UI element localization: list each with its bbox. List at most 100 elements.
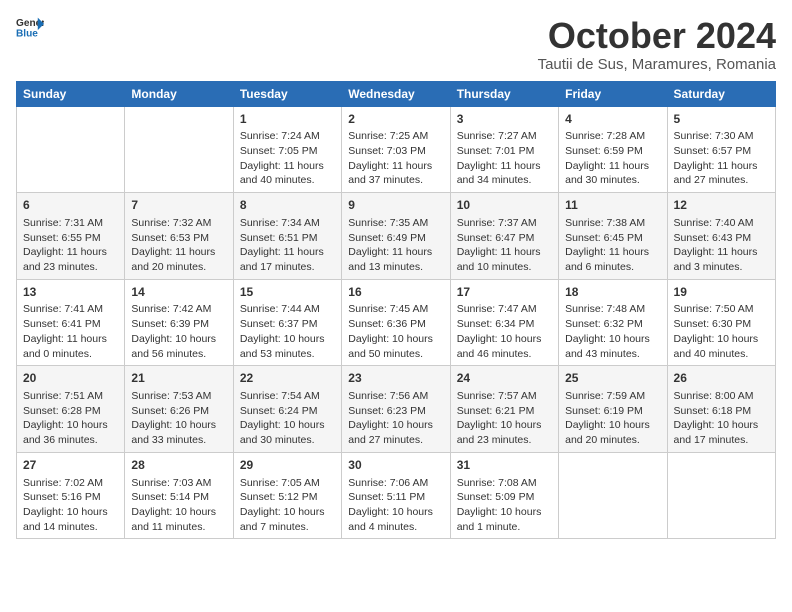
day-info: Sunset: 6:39 PM (131, 317, 226, 332)
day-info: Daylight: 10 hours and 50 minutes. (348, 332, 443, 361)
calendar-cell: 14Sunrise: 7:42 AMSunset: 6:39 PMDayligh… (125, 279, 233, 366)
day-info: Daylight: 11 hours and 17 minutes. (240, 245, 335, 274)
logo: General Blue (16, 16, 44, 38)
calendar-cell: 24Sunrise: 7:57 AMSunset: 6:21 PMDayligh… (450, 366, 558, 453)
weekday-header-friday: Friday (559, 81, 667, 106)
day-number: 26 (674, 370, 769, 387)
day-info: Sunset: 6:59 PM (565, 144, 660, 159)
weekday-header-monday: Monday (125, 81, 233, 106)
day-info: Sunrise: 7:31 AM (23, 216, 118, 231)
day-info: Sunset: 6:24 PM (240, 404, 335, 419)
day-info: Daylight: 11 hours and 34 minutes. (457, 159, 552, 188)
week-row-3: 13Sunrise: 7:41 AMSunset: 6:41 PMDayligh… (17, 279, 776, 366)
calendar-cell: 26Sunrise: 8:00 AMSunset: 6:18 PMDayligh… (667, 366, 775, 453)
day-info: Sunrise: 7:56 AM (348, 389, 443, 404)
day-number: 4 (565, 111, 660, 128)
day-info: Sunrise: 7:05 AM (240, 476, 335, 491)
day-info: Sunset: 5:12 PM (240, 490, 335, 505)
day-info: Daylight: 11 hours and 40 minutes. (240, 159, 335, 188)
day-info: Sunset: 6:43 PM (674, 231, 769, 246)
day-info: Daylight: 11 hours and 37 minutes. (348, 159, 443, 188)
day-info: Sunset: 7:01 PM (457, 144, 552, 159)
day-info: Sunrise: 7:54 AM (240, 389, 335, 404)
day-number: 15 (240, 284, 335, 301)
day-number: 13 (23, 284, 118, 301)
calendar-cell: 27Sunrise: 7:02 AMSunset: 5:16 PMDayligh… (17, 452, 125, 539)
calendar-cell (125, 106, 233, 193)
day-info: Sunset: 6:55 PM (23, 231, 118, 246)
day-info: Sunset: 6:19 PM (565, 404, 660, 419)
calendar-cell: 23Sunrise: 7:56 AMSunset: 6:23 PMDayligh… (342, 366, 450, 453)
day-info: Daylight: 10 hours and 30 minutes. (240, 418, 335, 447)
day-number: 16 (348, 284, 443, 301)
day-info: Sunset: 6:18 PM (674, 404, 769, 419)
day-info: Daylight: 10 hours and 43 minutes. (565, 332, 660, 361)
title-block: October 2024 Tautii de Sus, Maramures, R… (538, 16, 776, 73)
day-info: Daylight: 11 hours and 23 minutes. (23, 245, 118, 274)
day-info: Sunset: 6:37 PM (240, 317, 335, 332)
day-info: Sunrise: 7:32 AM (131, 216, 226, 231)
day-info: Sunset: 6:53 PM (131, 231, 226, 246)
day-info: Sunset: 6:32 PM (565, 317, 660, 332)
day-info: Sunrise: 7:53 AM (131, 389, 226, 404)
day-info: Sunset: 6:51 PM (240, 231, 335, 246)
month-title: October 2024 (538, 16, 776, 56)
calendar-cell: 12Sunrise: 7:40 AMSunset: 6:43 PMDayligh… (667, 193, 775, 280)
day-info: Daylight: 11 hours and 10 minutes. (457, 245, 552, 274)
calendar-cell (17, 106, 125, 193)
week-row-1: 1Sunrise: 7:24 AMSunset: 7:05 PMDaylight… (17, 106, 776, 193)
calendar-cell: 30Sunrise: 7:06 AMSunset: 5:11 PMDayligh… (342, 452, 450, 539)
calendar-cell: 21Sunrise: 7:53 AMSunset: 6:26 PMDayligh… (125, 366, 233, 453)
day-info: Daylight: 10 hours and 56 minutes. (131, 332, 226, 361)
day-info: Sunrise: 7:50 AM (674, 302, 769, 317)
calendar-cell: 11Sunrise: 7:38 AMSunset: 6:45 PMDayligh… (559, 193, 667, 280)
day-info: Sunset: 5:09 PM (457, 490, 552, 505)
day-info: Sunset: 6:47 PM (457, 231, 552, 246)
day-info: Daylight: 10 hours and 11 minutes. (131, 505, 226, 534)
day-info: Daylight: 10 hours and 27 minutes. (348, 418, 443, 447)
weekday-header-row: SundayMondayTuesdayWednesdayThursdayFrid… (17, 81, 776, 106)
calendar-cell: 7Sunrise: 7:32 AMSunset: 6:53 PMDaylight… (125, 193, 233, 280)
day-info: Sunset: 6:45 PM (565, 231, 660, 246)
day-info: Daylight: 11 hours and 6 minutes. (565, 245, 660, 274)
location-title: Tautii de Sus, Maramures, Romania (538, 56, 776, 73)
day-number: 6 (23, 197, 118, 214)
day-number: 17 (457, 284, 552, 301)
day-info: Sunrise: 7:57 AM (457, 389, 552, 404)
day-info: Sunset: 7:03 PM (348, 144, 443, 159)
day-info: Sunrise: 7:51 AM (23, 389, 118, 404)
day-number: 19 (674, 284, 769, 301)
day-number: 20 (23, 370, 118, 387)
day-info: Daylight: 11 hours and 0 minutes. (23, 332, 118, 361)
calendar-cell: 25Sunrise: 7:59 AMSunset: 6:19 PMDayligh… (559, 366, 667, 453)
day-info: Daylight: 11 hours and 13 minutes. (348, 245, 443, 274)
day-number: 24 (457, 370, 552, 387)
day-info: Daylight: 10 hours and 23 minutes. (457, 418, 552, 447)
day-info: Daylight: 10 hours and 33 minutes. (131, 418, 226, 447)
day-info: Sunrise: 7:35 AM (348, 216, 443, 231)
day-info: Sunrise: 7:34 AM (240, 216, 335, 231)
calendar-cell: 10Sunrise: 7:37 AMSunset: 6:47 PMDayligh… (450, 193, 558, 280)
day-info: Daylight: 10 hours and 4 minutes. (348, 505, 443, 534)
calendar-cell: 16Sunrise: 7:45 AMSunset: 6:36 PMDayligh… (342, 279, 450, 366)
week-row-4: 20Sunrise: 7:51 AMSunset: 6:28 PMDayligh… (17, 366, 776, 453)
day-info: Daylight: 11 hours and 30 minutes. (565, 159, 660, 188)
day-info: Sunset: 6:41 PM (23, 317, 118, 332)
calendar-cell: 5Sunrise: 7:30 AMSunset: 6:57 PMDaylight… (667, 106, 775, 193)
day-info: Sunset: 7:05 PM (240, 144, 335, 159)
calendar-cell: 3Sunrise: 7:27 AMSunset: 7:01 PMDaylight… (450, 106, 558, 193)
day-number: 21 (131, 370, 226, 387)
day-info: Daylight: 10 hours and 14 minutes. (23, 505, 118, 534)
day-info: Sunrise: 7:37 AM (457, 216, 552, 231)
calendar-cell: 31Sunrise: 7:08 AMSunset: 5:09 PMDayligh… (450, 452, 558, 539)
day-number: 29 (240, 457, 335, 474)
day-info: Sunrise: 7:27 AM (457, 129, 552, 144)
weekday-header-wednesday: Wednesday (342, 81, 450, 106)
day-info: Sunrise: 7:38 AM (565, 216, 660, 231)
day-info: Sunrise: 7:24 AM (240, 129, 335, 144)
day-number: 22 (240, 370, 335, 387)
calendar-cell: 20Sunrise: 7:51 AMSunset: 6:28 PMDayligh… (17, 366, 125, 453)
day-number: 28 (131, 457, 226, 474)
weekday-header-thursday: Thursday (450, 81, 558, 106)
logo-icon: General Blue (16, 16, 44, 38)
